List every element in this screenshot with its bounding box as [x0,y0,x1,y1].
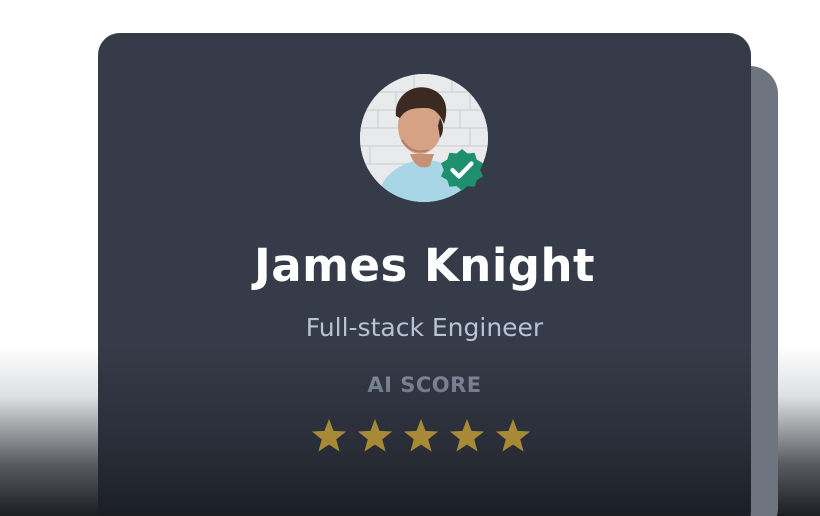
star-icon [311,419,347,452]
profile-role: Full-stack Engineer [305,313,544,342]
verified-check-icon [441,149,483,191]
avatar-container [360,74,488,202]
profile-card: James Knight Full-stack Engineer AI SCOR… [98,33,751,516]
star-icon [495,419,531,452]
star-icon [357,419,393,452]
star-rating-svg [311,419,531,452]
star-icon [449,419,485,452]
star-rating [311,417,537,457]
star-icon [403,419,439,452]
ai-score-label: AI SCORE [367,373,482,397]
profile-name: James Knight [253,239,596,292]
